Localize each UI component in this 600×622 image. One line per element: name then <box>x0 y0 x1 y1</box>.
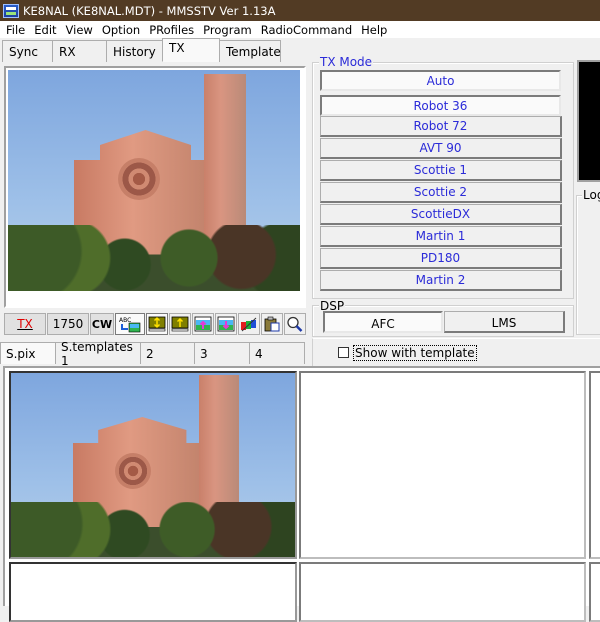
tx-label: TX <box>17 317 33 331</box>
menu-program[interactable]: Program <box>203 23 252 37</box>
tab-stemplates-4[interactable]: 4 <box>249 342 305 364</box>
stock-picture-gallery <box>3 366 600 622</box>
text-to-image-button[interactable]: ABC <box>115 313 145 335</box>
move-up-button[interactable] <box>169 313 191 335</box>
mode-pd180-button[interactable]: PD180 <box>320 248 562 269</box>
gallery-cell[interactable] <box>589 371 600 559</box>
move-up-icon <box>171 316 189 332</box>
menu-bar: File Edit View Option PRofiles Program R… <box>0 21 600 38</box>
text-to-image-icon: ABC <box>119 317 141 333</box>
title-bar: KE8NAL (KE8NAL.MDT) - MMSSTV Ver 1.13A <box>0 0 600 21</box>
mode-scottie2-button[interactable]: Scottie 2 <box>320 182 562 203</box>
mode-scottiedx-button[interactable]: ScottieDX <box>320 204 562 225</box>
main-tabs: Sync RX History TX Template <box>2 38 281 62</box>
color-bars-button[interactable] <box>238 313 260 335</box>
image-down-arrow-icon <box>217 316 235 332</box>
rose-window <box>118 158 160 200</box>
tx-toolbar: TX 1750 CW ABC <box>4 313 306 335</box>
tx-button[interactable]: TX <box>4 313 46 335</box>
tab-stemplates-2[interactable]: 2 <box>140 342 195 364</box>
window-title: KE8NAL (KE8NAL.MDT) - MMSSTV Ver 1.13A <box>23 3 276 18</box>
gallery-cell[interactable] <box>299 371 586 559</box>
clipboard-paste-icon <box>264 316 280 332</box>
tab-stemplates-3[interactable]: 3 <box>194 342 250 364</box>
rose-window <box>115 453 151 489</box>
menu-profiles[interactable]: PRofiles <box>149 23 194 37</box>
image-up-button[interactable] <box>192 313 214 335</box>
tab-tx[interactable]: TX <box>162 38 220 62</box>
mode-scottie1-button[interactable]: Scottie 1 <box>320 160 562 181</box>
image-down-button[interactable] <box>215 313 237 335</box>
tab-rx[interactable]: RX <box>52 40 107 62</box>
afc-button[interactable]: AFC <box>323 311 443 333</box>
mode-avt90-button[interactable]: AVT 90 <box>320 138 562 159</box>
tone-1750-button[interactable]: 1750 <box>47 313 89 335</box>
menu-file[interactable]: File <box>6 23 25 37</box>
show-with-template-checkbox[interactable] <box>338 347 349 358</box>
move-up-down-button[interactable] <box>146 313 168 335</box>
log-legend: Log <box>582 188 600 202</box>
stock-tabs: S.pix S.templates 1 2 3 4 <box>0 340 305 368</box>
zoom-icon <box>287 316 303 332</box>
image-up-arrow-icon <box>194 316 212 332</box>
menu-edit[interactable]: Edit <box>34 23 56 37</box>
show-with-template-label[interactable]: Show with template <box>353 344 477 361</box>
color-bars-icon <box>241 317 257 332</box>
menu-radiocommand[interactable]: RadioCommand <box>261 23 352 37</box>
menu-help[interactable]: Help <box>361 23 387 37</box>
gallery-thumbnail <box>11 373 295 557</box>
cw-button[interactable]: CW <box>90 313 114 335</box>
tab-spix[interactable]: S.pix <box>0 342 56 364</box>
gallery-cell[interactable] <box>9 562 297 622</box>
tab-sync[interactable]: Sync <box>2 40 53 62</box>
zoom-button[interactable] <box>284 313 306 335</box>
menu-option[interactable]: Option <box>102 23 140 37</box>
tab-template[interactable]: Template <box>219 40 281 62</box>
clipboard-paste-button[interactable] <box>261 313 283 335</box>
mode-martin1-button[interactable]: Martin 1 <box>320 226 562 247</box>
trees <box>11 501 295 557</box>
move-up-down-icon <box>148 316 166 332</box>
mode-auto-button[interactable]: Auto <box>320 70 561 91</box>
level-monitor <box>577 60 600 182</box>
trees <box>8 224 300 291</box>
tab-history[interactable]: History <box>106 40 163 62</box>
gallery-cell[interactable] <box>589 562 600 622</box>
tx-image[interactable] <box>8 70 300 291</box>
mode-martin2-button[interactable]: Martin 2 <box>320 270 562 291</box>
mode-robot36-button[interactable]: Robot 36 <box>320 95 561 116</box>
app-icon[interactable] <box>3 3 19 18</box>
tab-stemplates-1[interactable]: S.templates 1 <box>55 340 141 368</box>
lms-button[interactable]: LMS <box>444 311 565 333</box>
show-with-template-row: Show with template <box>312 338 600 366</box>
log-group: Log <box>576 188 600 335</box>
menu-view[interactable]: View <box>66 23 93 37</box>
gallery-cell[interactable] <box>9 371 297 559</box>
tx-image-frame[interactable] <box>4 66 306 308</box>
gallery-cell[interactable] <box>299 562 586 622</box>
mode-robot72-button[interactable]: Robot 72 <box>320 116 562 137</box>
tx-mode-legend: TX Mode <box>319 55 374 69</box>
